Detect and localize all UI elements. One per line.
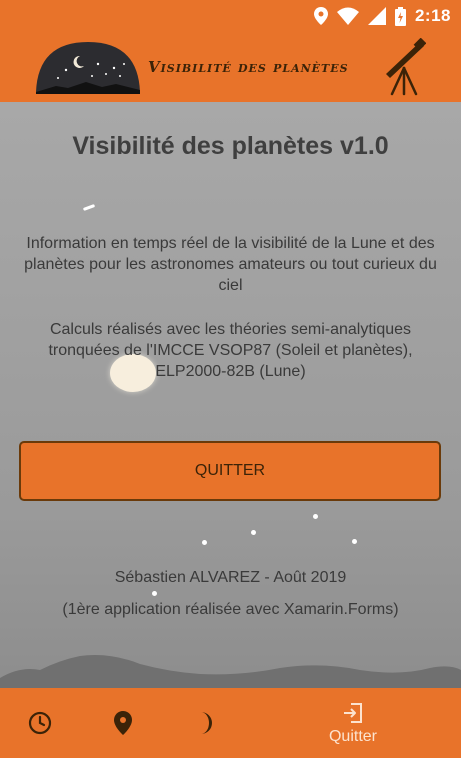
shooting-star [82, 204, 96, 211]
night-sky-logo-icon [36, 42, 140, 94]
status-time: 2:18 [414, 6, 451, 25]
tab-location[interactable] [103, 688, 143, 758]
exit-icon [344, 702, 362, 723]
battery-charging-icon [394, 6, 406, 26]
star [152, 591, 157, 596]
app-bar: Visibilité des planètes [0, 32, 461, 102]
app-title: Visibilité des planètes [148, 58, 349, 76]
description-paragraph: Information en temps réel de la visibili… [24, 235, 437, 294]
framework-credit: (1ère application réalisée avec Xamarin.… [62, 601, 399, 618]
mountain-silhouette [0, 655, 461, 688]
tab-quit[interactable]: Quitter [315, 688, 391, 758]
page-title: Visibilité des planètes v1.0 [72, 132, 389, 160]
tab-moon[interactable] [186, 688, 226, 758]
author-credit: Sébastien ALVAREZ - Août 2019 [114, 569, 347, 586]
status-bar: 2:18 [0, 0, 461, 32]
star [352, 539, 357, 544]
quit-button[interactable]: QUITTER [19, 441, 441, 501]
wifi-icon [336, 7, 359, 25]
calculation-paragraph: Calculs réalisés avec les théories semi-… [48, 321, 413, 380]
main-content: Visibilité des planètes v1.0 Information… [0, 102, 461, 688]
star [251, 530, 256, 535]
bottom-tab-bar: Quitter [0, 688, 461, 758]
star [202, 540, 207, 545]
tab-quit-label: Quitter [328, 727, 377, 745]
tab-time[interactable] [20, 688, 60, 758]
telescope-icon [386, 38, 426, 96]
location-status-icon [313, 7, 328, 25]
clock-icon [28, 711, 52, 735]
star [313, 514, 318, 519]
moon-icon [201, 712, 212, 734]
signal-icon [367, 7, 386, 25]
status-icons: 2:18 [313, 6, 451, 26]
location-pin-icon [114, 711, 132, 735]
